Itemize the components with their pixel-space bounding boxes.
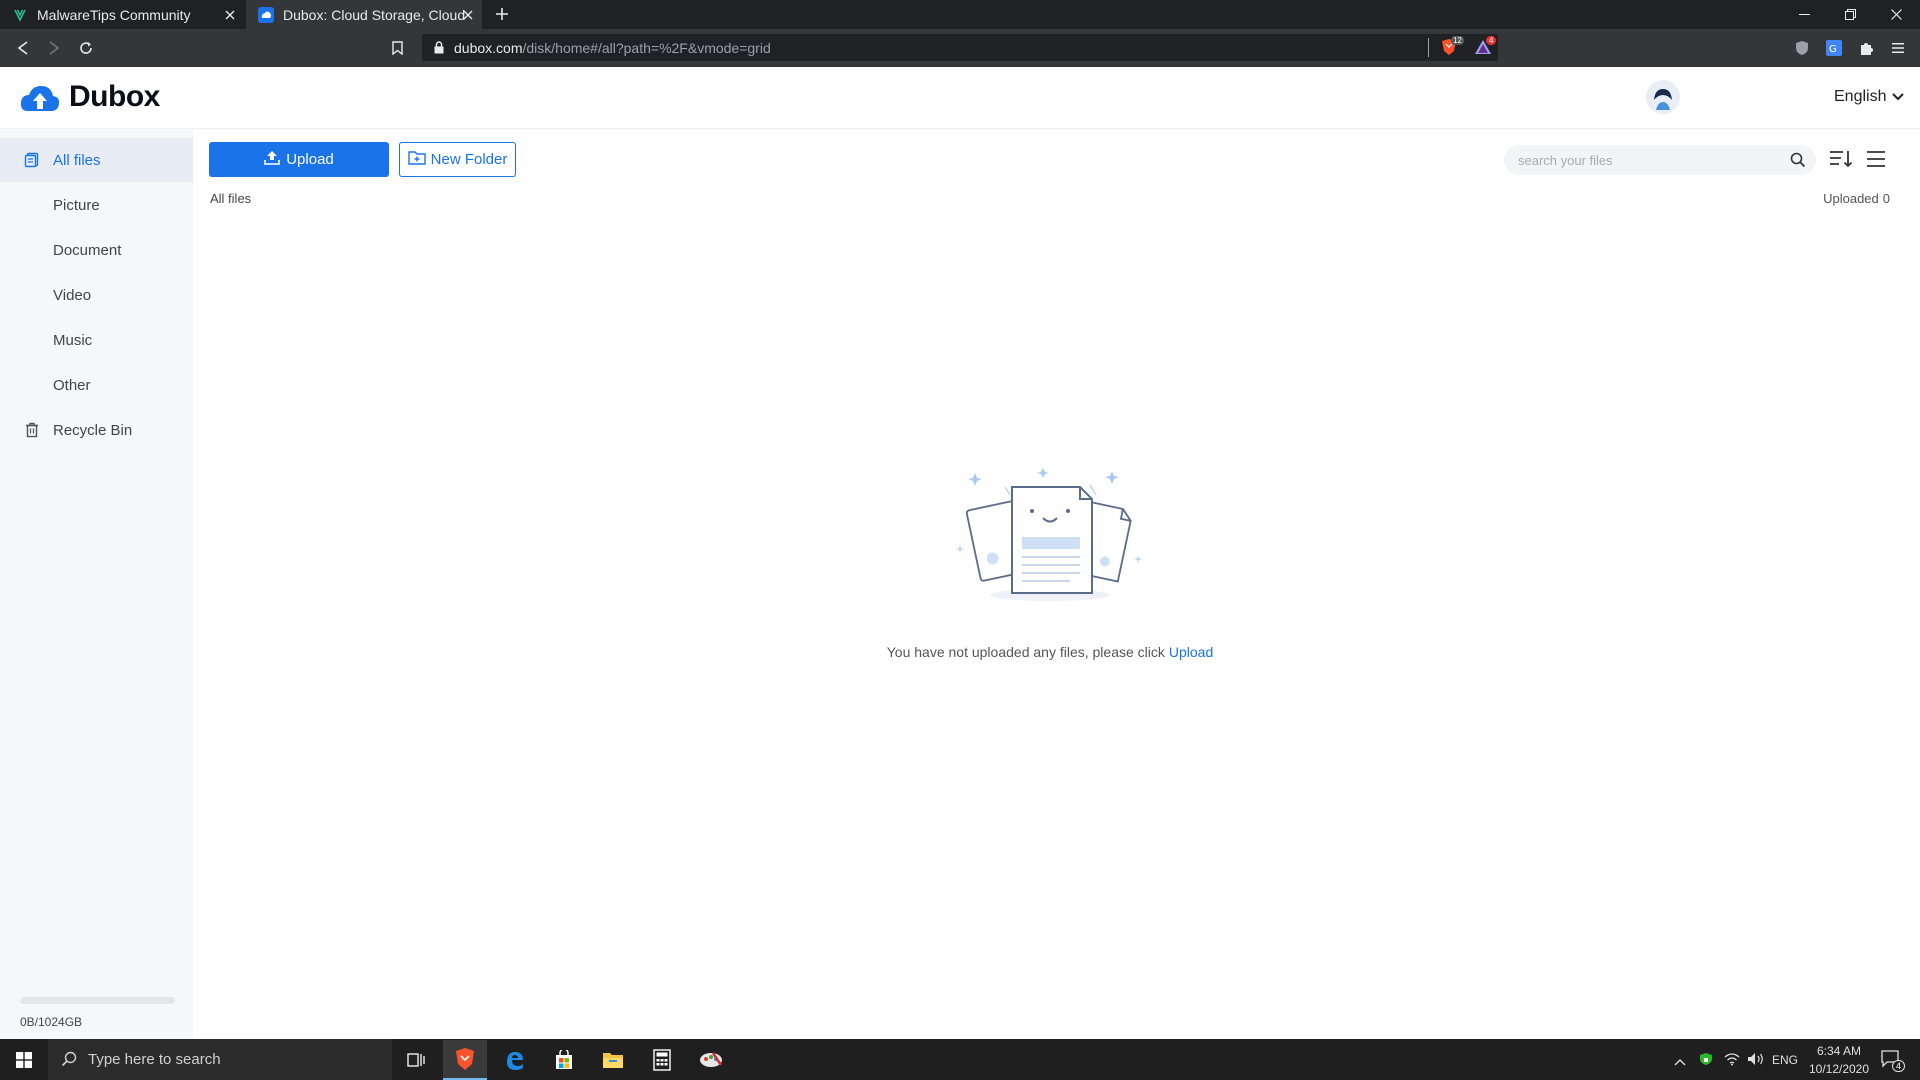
notification-count-badge: 4 <box>1892 1060 1906 1072</box>
upload-icon <box>264 150 281 169</box>
tab-dubox[interactable]: Dubox: Cloud Storage, Cloud Backup <box>246 0 482 29</box>
taskbar-search-placeholder: Type here to search <box>88 1051 221 1068</box>
taskbar-edge-icon[interactable] <box>493 1040 537 1080</box>
tray-date[interactable]: 10/12/2020 <box>1805 1062 1873 1076</box>
tray-security-icon[interactable] <box>1699 1052 1713 1071</box>
tray-time[interactable]: 6:34 AM <box>1813 1044 1865 1058</box>
taskbar-calculator-icon[interactable] <box>640 1040 684 1080</box>
tab-title: MalwareTips Community <box>37 6 191 23</box>
sidebar-item-label: Document <box>53 241 122 259</box>
brand-name[interactable]: Dubox <box>69 80 160 114</box>
tray-volume-icon[interactable] <box>1747 1052 1765 1071</box>
tab-title: Dubox: Cloud Storage, Cloud Backup <box>283 6 467 23</box>
url-host: dubox.com <box>454 40 523 56</box>
chevron-down-icon <box>1892 88 1905 106</box>
empty-state-upload-link[interactable]: Upload <box>1169 644 1213 660</box>
new-tab-plus-icon[interactable] <box>492 4 512 24</box>
dubox-logo-icon[interactable] <box>20 83 60 113</box>
list-view-icon[interactable] <box>1866 150 1886 168</box>
sidebar-item-label: Picture <box>53 196 100 214</box>
taskbar-paint-icon[interactable] <box>689 1040 733 1080</box>
empty-state-illustration <box>950 465 1150 615</box>
omnibox-divider <box>1428 38 1429 57</box>
tray-language[interactable]: ENG <box>1772 1053 1798 1067</box>
url-text[interactable]: dubox.com/disk/home#/all?path=%2F&vmode=… <box>454 40 771 56</box>
app-header <box>0 67 1920 129</box>
browser-menu-icon[interactable] <box>1889 39 1907 57</box>
search-icon[interactable] <box>1790 152 1806 168</box>
tab-malwaretips[interactable]: MalwareTips Community <box>0 0 244 29</box>
malwaretips-favicon-icon <box>12 7 28 23</box>
upload-button[interactable]: Upload <box>209 142 389 177</box>
sidebar-item-all-files[interactable]: All files <box>0 138 193 182</box>
dubox-favicon-icon <box>258 6 274 23</box>
svg-text:G: G <box>1829 44 1837 55</box>
window-minimize-icon[interactable] <box>1781 0 1827 29</box>
browser-tab-bar: MalwareTips Community Dubox: Cloud Stora… <box>0 0 1920 29</box>
back-icon[interactable] <box>13 38 33 58</box>
sidebar-item-document[interactable]: Document <box>0 228 193 272</box>
new-folder-button[interactable]: New Folder <box>399 142 516 177</box>
breadcrumb[interactable]: All files <box>210 191 251 206</box>
sort-icon[interactable] <box>1829 149 1853 169</box>
brave-shields-badge: 12 <box>1451 36 1464 45</box>
upload-button-label: Upload <box>286 151 334 168</box>
language-label: English <box>1834 88 1887 105</box>
windows-start-icon[interactable] <box>2 1040 46 1080</box>
tab-close-icon[interactable] <box>459 6 476 23</box>
taskbar-search-icon <box>61 1051 77 1072</box>
sidebar-item-label: Other <box>53 376 91 394</box>
uploaded-count: 0 <box>1882 191 1890 206</box>
window-restore-icon[interactable] <box>1827 0 1873 29</box>
url-path: /disk/home#/all?path=%2F&vmode=grid <box>522 40 771 56</box>
bookmark-icon[interactable] <box>387 38 407 58</box>
sidebar-item-label: Recycle Bin <box>53 421 133 439</box>
uploaded-counter: Uploaded 0 <box>1823 191 1890 206</box>
window-close-icon[interactable] <box>1873 0 1919 29</box>
search-input[interactable] <box>1518 151 1768 169</box>
user-avatar[interactable] <box>1646 80 1680 114</box>
empty-state-message: You have not uploaded any files, please … <box>0 644 1920 660</box>
search-box <box>1504 145 1816 175</box>
tray-wifi-icon[interactable] <box>1724 1052 1740 1071</box>
sidebar-item-video[interactable]: Video <box>0 273 193 317</box>
lock-icon <box>430 38 448 56</box>
puzzle-extensions-icon[interactable] <box>1857 39 1875 57</box>
sidebar-item-picture[interactable]: Picture <box>0 183 193 227</box>
sidebar-item-label: All files <box>53 151 101 169</box>
tab-close-icon[interactable] <box>221 6 238 23</box>
tray-chevron-up-icon[interactable] <box>1674 1053 1686 1071</box>
forward-icon[interactable] <box>44 38 64 58</box>
sidebar-item-other[interactable]: Other <box>0 363 193 407</box>
files-icon <box>24 152 40 168</box>
reload-icon[interactable] <box>76 38 96 58</box>
translate-extension-icon[interactable]: G <box>1825 39 1843 57</box>
taskbar-search-box[interactable]: Type here to search <box>48 1039 392 1080</box>
taskbar-file-explorer-icon[interactable] <box>591 1040 635 1080</box>
uploaded-label: Uploaded <box>1823 191 1879 206</box>
sidebar-item-music[interactable]: Music <box>0 318 193 362</box>
trash-icon <box>24 422 40 438</box>
sidebar-item-label: Video <box>53 286 92 304</box>
new-folder-icon <box>407 150 426 169</box>
sidebar-item-label: Music <box>53 331 93 349</box>
new-folder-button-label: New Folder <box>430 151 508 168</box>
empty-state-text: You have not uploaded any files, please … <box>886 644 1165 660</box>
storage-quota-bar <box>20 997 175 1004</box>
sidebar: All files Picture Document Video Music O… <box>0 129 193 1039</box>
storage-quota-text: 0B/1024GB <box>20 1015 83 1029</box>
task-view-icon[interactable] <box>394 1040 438 1080</box>
taskbar-store-icon[interactable] <box>542 1040 586 1080</box>
language-selector[interactable]: English <box>1834 88 1905 106</box>
shield-extension-icon[interactable] <box>1793 39 1811 57</box>
sidebar-item-recycle-bin[interactable]: Recycle Bin <box>0 408 193 452</box>
taskbar-brave-icon[interactable] <box>443 1040 487 1080</box>
